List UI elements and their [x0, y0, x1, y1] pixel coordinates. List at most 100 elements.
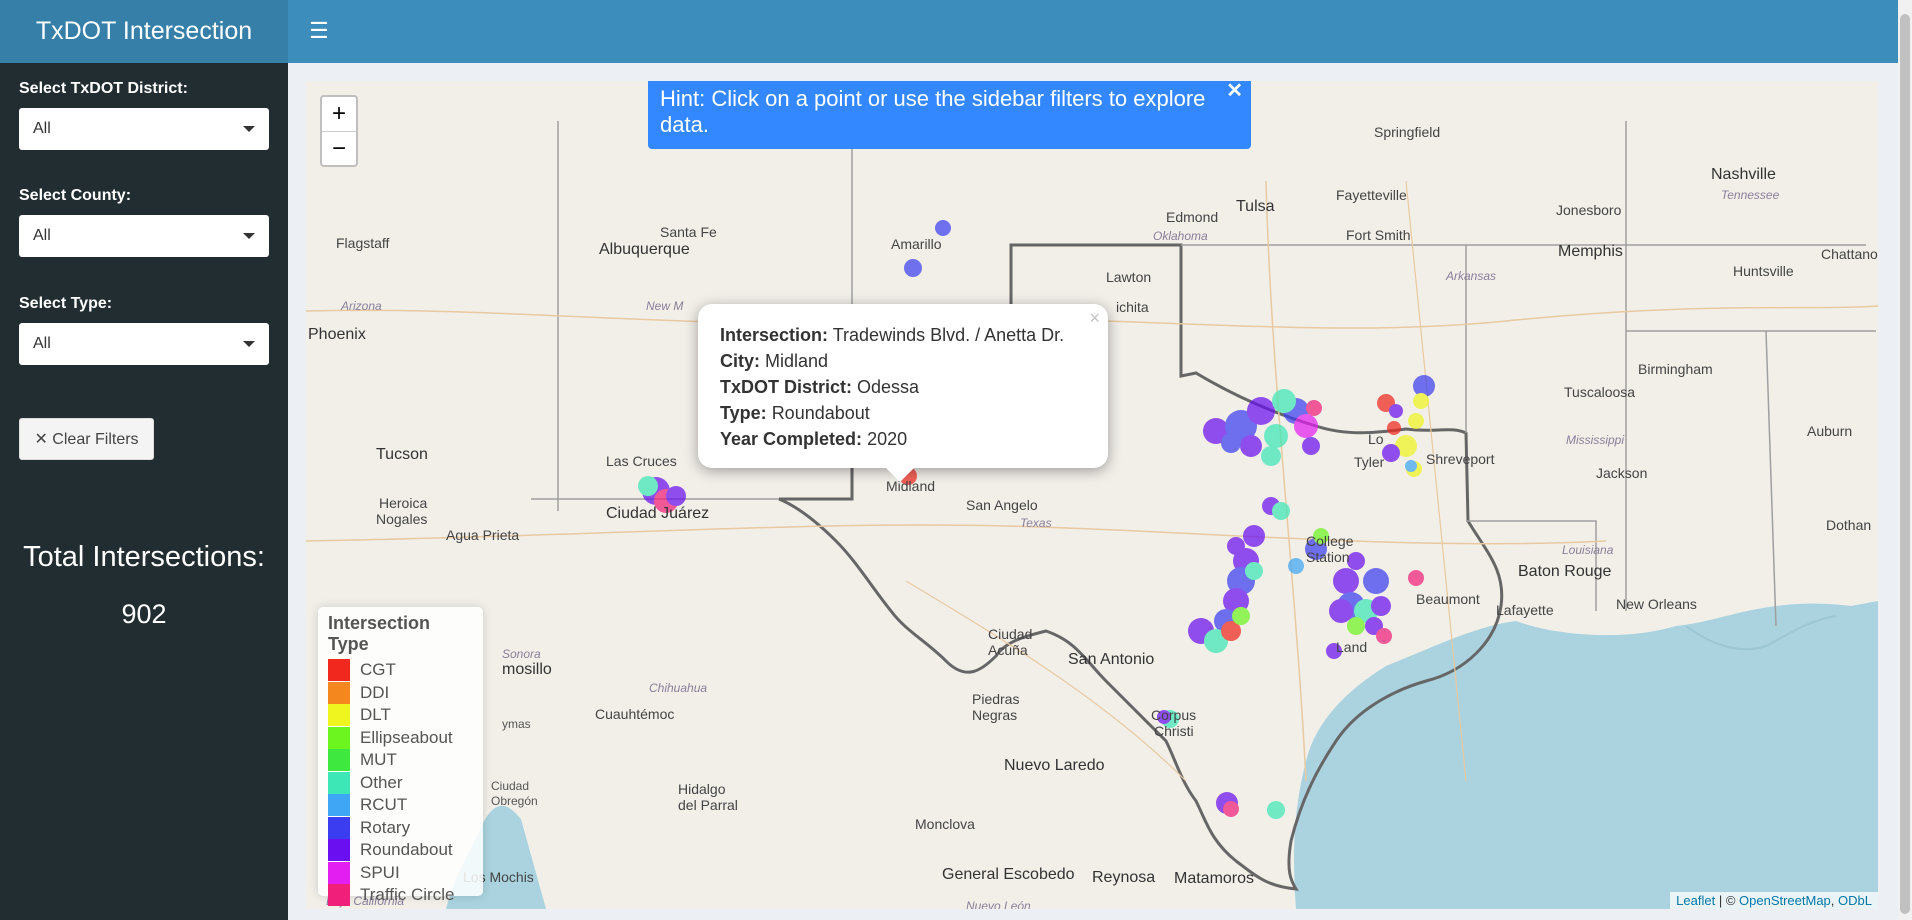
clear-filters-button[interactable]: ✕ Clear Filters [19, 418, 154, 460]
popup-intersection-label: Intersection: [720, 325, 829, 345]
legend-label: Other [360, 772, 403, 792]
legend-item: RCUT [328, 794, 473, 817]
popup-type-label: Type: [720, 403, 767, 423]
page-scrollbar[interactable] [1898, 0, 1912, 920]
menu-icon[interactable]: ☰ [304, 16, 334, 46]
map-label-shreveport: Shreveport [1426, 451, 1495, 467]
map-label-san-angelo: San Angelo [966, 497, 1038, 513]
legend-label: DLT [360, 705, 391, 725]
map-label-hermosillo: mosillo [502, 661, 552, 678]
map-label-logan: Lo [1368, 431, 1384, 447]
map-label-tucson: Tucson [376, 446, 428, 463]
map-label-arkansas: Arkansas [1446, 269, 1497, 283]
chevron-down-icon [243, 126, 255, 132]
map-label-obregon: Obregón [491, 794, 538, 808]
popup-close-icon[interactable]: × [1089, 308, 1100, 329]
map-label-oklahoma: Oklahoma [1153, 229, 1208, 243]
scrollbar-thumb[interactable] [1900, 14, 1910, 914]
map-label-amarillo: Amarillo [891, 236, 942, 252]
map-label-jonesboro: Jonesboro [1556, 202, 1622, 218]
attribution-comma: , [1830, 893, 1839, 908]
map-label-houston-land: Land [1336, 639, 1368, 655]
legend-label: RCUT [360, 795, 408, 815]
map-label-san-antonio: San Antonio [1068, 651, 1155, 668]
legend-item: CGT [328, 659, 473, 682]
popup-year-row: Year Completed: 2020 [720, 426, 1086, 452]
header: TxDOT Intersection ☰ [0, 0, 1912, 63]
county-select[interactable]: All [19, 215, 269, 257]
county-select-value: All [33, 227, 51, 244]
map-label-nuevo-laredo: Nuevo Laredo [1004, 757, 1105, 774]
legend-swatch [328, 794, 350, 817]
close-icon[interactable]: ✕ [1226, 81, 1243, 103]
legend-swatch [328, 884, 350, 907]
popup-city-value: Midland [765, 351, 829, 371]
attribution-separator: | © [1715, 893, 1740, 908]
map-label-tulsa: Tulsa [1236, 198, 1275, 215]
map-label-lawton: Lawton [1106, 269, 1152, 285]
legend-item: Traffic Circle [328, 884, 473, 907]
map-label-heroica: Heroica [379, 495, 428, 511]
zoom-out-button[interactable]: − [322, 131, 356, 165]
legend-rows: CGT DDI DLT Ellipseabout MUT Other RCUT Rotary R… [328, 659, 473, 907]
legend-swatch [328, 726, 350, 749]
map-label-sonora: Sonora [502, 647, 541, 661]
legend-swatch [328, 681, 350, 704]
legend-item: DLT [328, 704, 473, 727]
legend-item: Other [328, 771, 473, 795]
map-label-lafayette: Lafayette [1496, 602, 1554, 618]
legend-swatch [328, 704, 350, 727]
popup-district-row: TxDOT District: Odessa [720, 374, 1086, 400]
intersection-popup: × Intersection: Tradewinds Blvd. / Anett… [698, 304, 1108, 482]
leaflet-link[interactable]: Leaflet [1676, 893, 1715, 908]
legend-label: Roundabout [360, 840, 453, 860]
map-label-acuna: Acuña [988, 642, 1028, 658]
legend-label: DDI [360, 682, 390, 702]
map-label-louisiana: Louisiana [1562, 543, 1614, 557]
map-basemap [306, 81, 1878, 909]
osm-link[interactable]: OpenStreetMap [1739, 893, 1831, 908]
map-label-nashville: Nashville [1711, 166, 1776, 183]
map-label-reynosa: Reynosa [1092, 869, 1156, 886]
legend-item: MUT [328, 749, 473, 772]
map-label-chihuahua: Chihuahua [649, 681, 708, 695]
popup-year-label: Year Completed: [720, 429, 863, 449]
map-label-tennessee: Tennessee [1721, 188, 1780, 202]
map-label-wichita: ichita [1116, 299, 1149, 315]
zoom-control: + − [320, 95, 358, 167]
map-label-huntsville: Huntsville [1733, 263, 1794, 279]
map[interactable]: Springfield Nashville Tennessee Fayettev… [306, 81, 1878, 909]
map-label-tuscaloosa: Tuscaloosa [1564, 384, 1636, 400]
map-label-hidalgo: Hidalgo [678, 781, 726, 797]
map-label-new-mexico: New M [646, 299, 684, 313]
map-label-las-cruces: Las Cruces [606, 453, 677, 469]
legend-swatch [328, 861, 350, 884]
navbar: ☰ [288, 0, 1898, 63]
legend-swatch [328, 839, 350, 862]
legend-title: Intersection Type [328, 613, 431, 654]
map-label-ciudad-obregon: Ciudad [491, 779, 530, 793]
zoom-in-button[interactable]: + [322, 97, 356, 131]
map-label-baton-rouge: Baton Rouge [1518, 563, 1612, 580]
legend-item: Ellipseabout [328, 726, 473, 750]
map-label-agua-prieta: Agua Prieta [446, 527, 520, 543]
map-label-springfield: Springfield [1374, 124, 1441, 140]
total-intersections-label: Total Intersections: [23, 541, 265, 573]
total-intersections-value: 902 [121, 599, 167, 629]
popup-year-value: 2020 [867, 429, 908, 449]
legend-label: Ellipseabout [360, 727, 453, 747]
type-select[interactable]: All [19, 323, 269, 365]
type-filter-label: Select Type: [19, 295, 113, 312]
odbl-link[interactable]: ODbL [1838, 893, 1872, 908]
hint-banner: Hint: Click on a point or use the sideba… [648, 81, 1251, 149]
district-select[interactable]: All [19, 108, 269, 150]
map-label-mississippi: Mississippi [1566, 433, 1625, 447]
map-label-piedras: Piedras [972, 691, 1020, 707]
main-content: Springfield Nashville Tennessee Fayettev… [288, 63, 1898, 920]
chevron-down-icon [243, 341, 255, 347]
map-label-corpus: Corpus [1151, 707, 1197, 723]
legend-swatch [328, 749, 350, 772]
popup-type-value: Roundabout [771, 403, 870, 423]
map-label-edmond: Edmond [1166, 209, 1219, 225]
legend-label: CGT [360, 660, 396, 680]
